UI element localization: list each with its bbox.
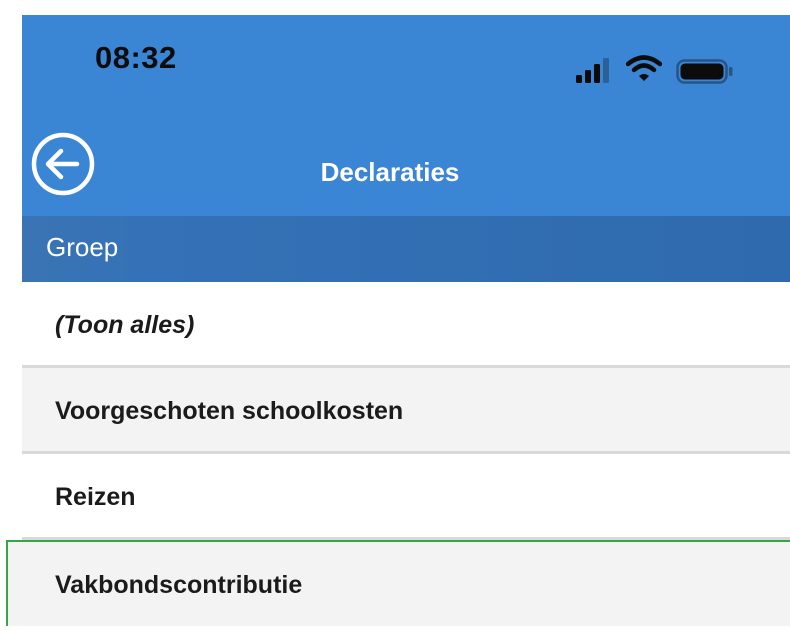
wifi-icon [626, 55, 662, 81]
status-icons [576, 55, 736, 88]
section-header-label: Groep [46, 232, 119, 262]
status-time: 08:32 [95, 40, 177, 75]
signal-icon [576, 58, 609, 83]
list-item-show-all[interactable]: (Toon alles) [22, 282, 790, 368]
list-item-label: Voorgeschoten schoolkosten [55, 397, 404, 425]
list-item-label: Reizen [55, 483, 136, 511]
list-item-label: Vakbondscontributie [55, 571, 303, 599]
list-item-school-costs[interactable]: Voorgeschoten schoolkosten [22, 368, 790, 454]
list-item-union-dues[interactable]: Vakbondscontributie [6, 540, 790, 626]
page-title: Declaraties [320, 157, 460, 187]
group-list: (Toon alles) Voorgeschoten schoolkosten … [6, 282, 790, 626]
top-margin [0, 0, 790, 15]
list-item-travel[interactable]: Reizen [22, 454, 790, 540]
battery-icon [676, 59, 733, 84]
section-header: Groep [22, 216, 790, 282]
list-item-label: (Toon alles) [55, 311, 195, 339]
app-screen: 08:32 Declaraties Groep (Toon alles) Voo… [0, 0, 790, 631]
